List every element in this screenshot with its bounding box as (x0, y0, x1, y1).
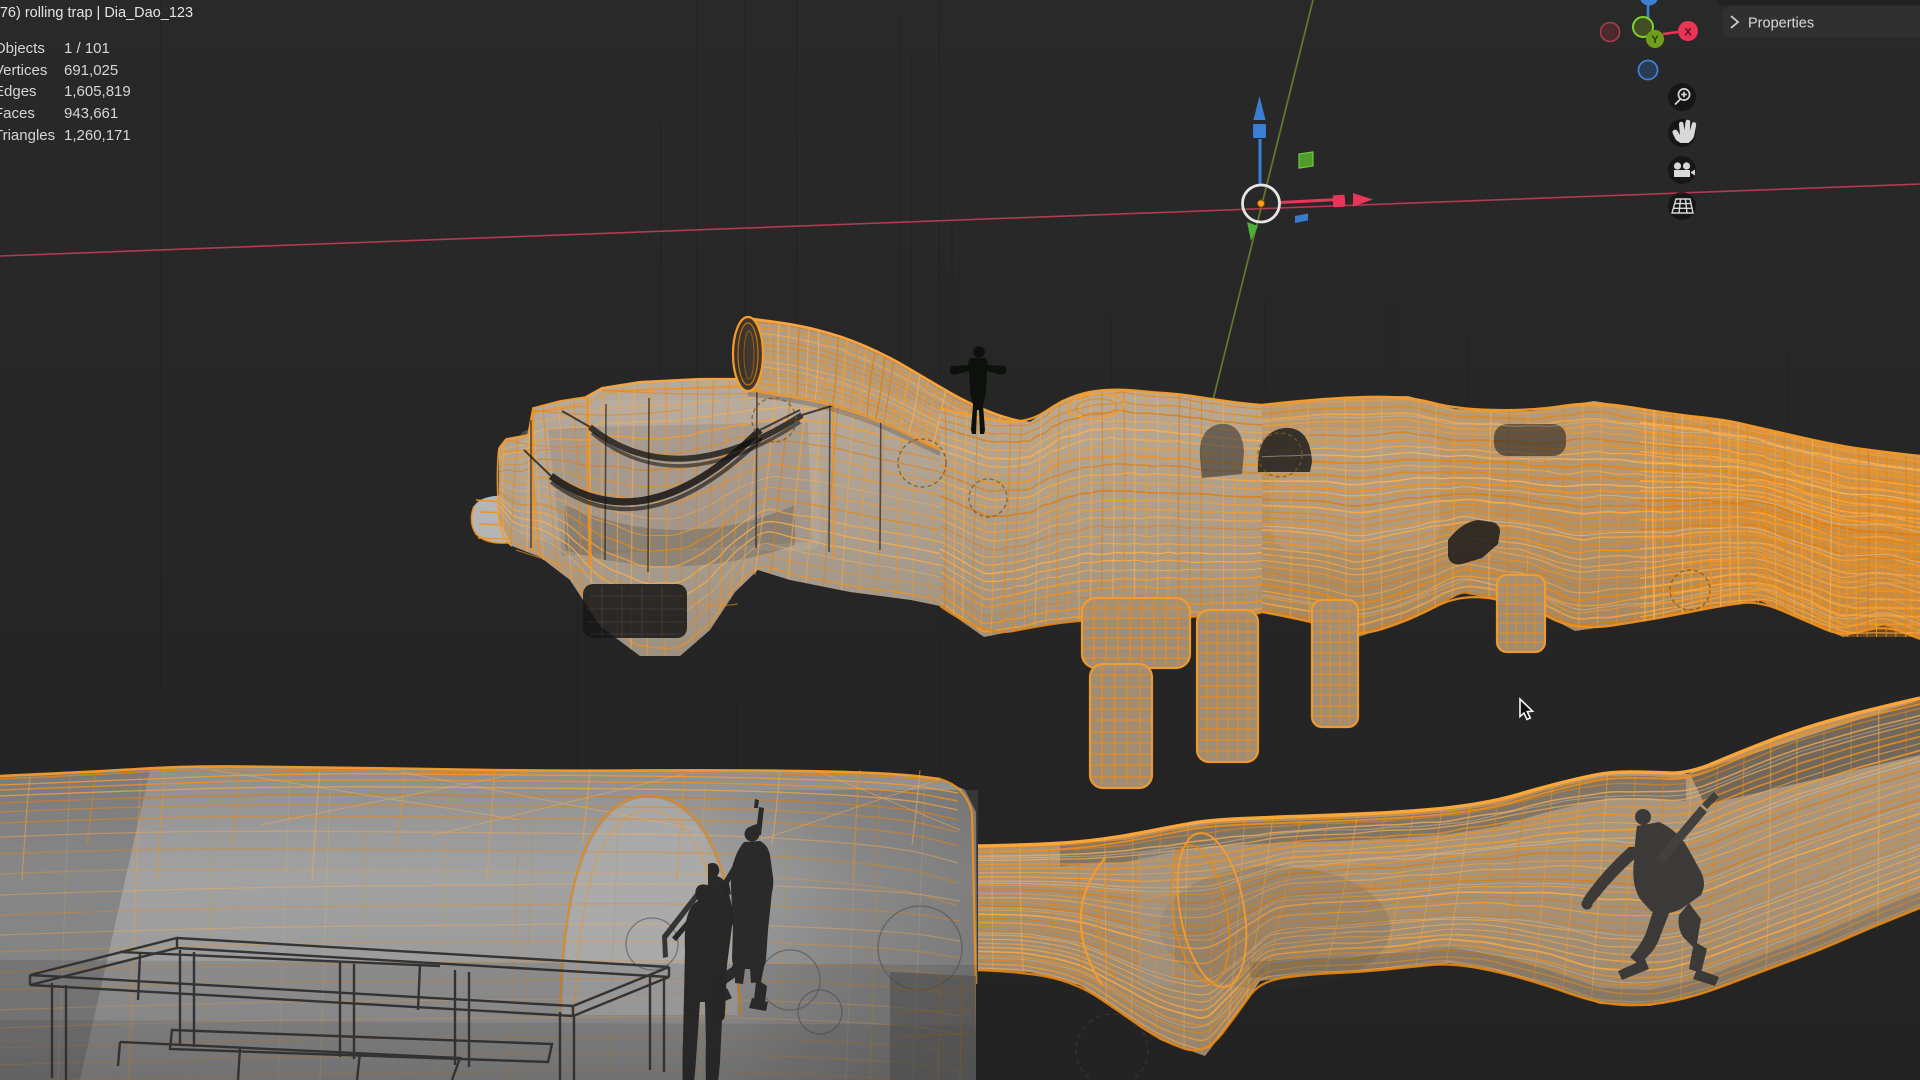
svg-text:1,260,171: 1,260,171 (64, 127, 131, 144)
svg-text:691,025: 691,025 (64, 62, 118, 79)
svg-text:943,661: 943,661 (64, 105, 118, 122)
svg-text:Y: Y (1651, 34, 1659, 46)
svg-text:Properties: Properties (1748, 16, 1814, 32)
svg-text:(76) rolling trap | Dia_Dao_12: (76) rolling trap | Dia_Dao_123 (0, 5, 193, 21)
svg-text:Triangles: Triangles (0, 127, 55, 144)
svg-text:Objects: Objects (0, 40, 45, 57)
svg-text:Vertices: Vertices (0, 62, 47, 79)
svg-text:1,605,819: 1,605,819 (64, 83, 131, 100)
svg-text:X: X (1684, 27, 1692, 39)
svg-text:1 / 101: 1 / 101 (64, 40, 110, 57)
svg-text:Faces: Faces (0, 105, 35, 122)
svg-text:Edges: Edges (0, 83, 37, 100)
